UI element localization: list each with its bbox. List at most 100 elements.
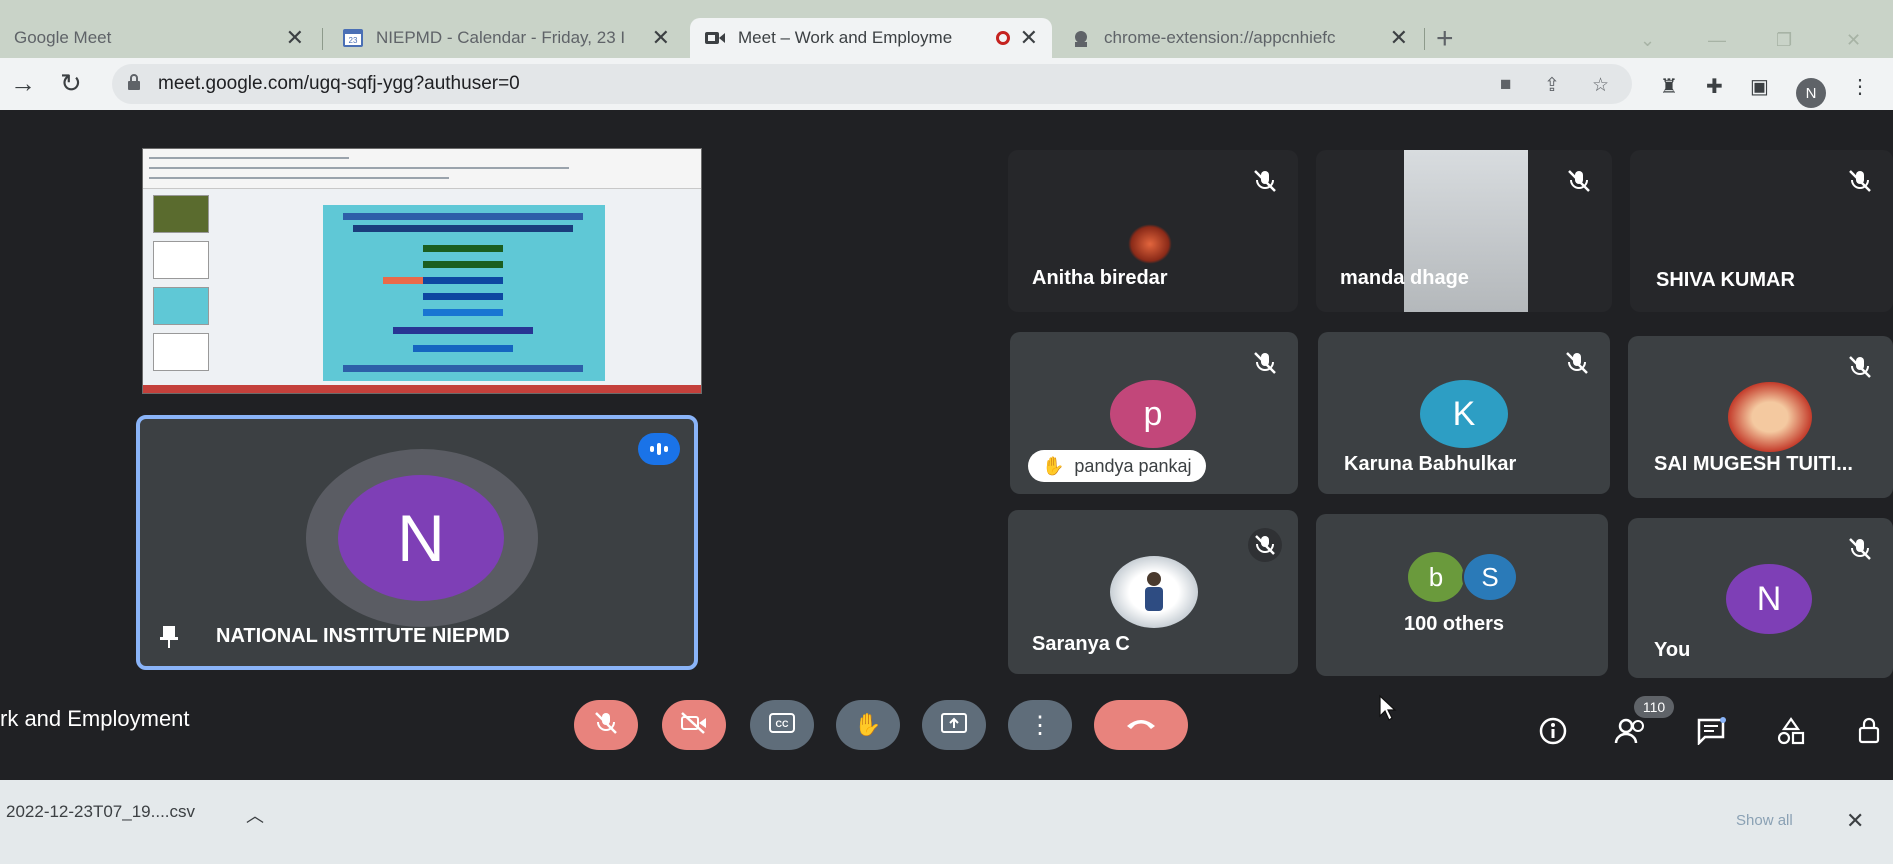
captions-button[interactable]: CC	[750, 700, 814, 750]
end-call-icon	[1125, 716, 1157, 735]
close-icon[interactable]: ✕	[1846, 808, 1864, 834]
camera-off-icon	[681, 711, 707, 739]
participant-name: SAI MUGESH TUITI...	[1654, 453, 1853, 475]
close-icon[interactable]: ✕	[286, 25, 304, 51]
tab-calendar[interactable]: 23 NIEPMD - Calendar - Friday, 23 I ✕	[328, 18, 684, 58]
new-tab-button[interactable]: +	[1436, 22, 1454, 56]
tab-extension[interactable]: chrome-extension://appcnhiefc ✕	[1056, 18, 1422, 58]
chevron-up-icon[interactable]: ︿	[246, 802, 264, 828]
close-icon[interactable]: ✕	[652, 25, 670, 51]
tab-title: chrome-extension://appcnhiefc	[1104, 28, 1336, 47]
avatar: b	[1408, 552, 1464, 602]
mic-off-icon	[1847, 354, 1873, 380]
ppt-ribbon	[143, 149, 701, 189]
avatar: N	[1726, 564, 1812, 634]
mic-off-icon	[1252, 168, 1278, 194]
participant-name: Karuna Babhulkar	[1344, 453, 1517, 475]
participant-tile[interactable]: K Karuna Babhulkar	[1318, 332, 1610, 494]
tab-title: Google Meet	[14, 28, 112, 47]
close-icon[interactable]: ✕	[1020, 25, 1038, 51]
tab-google-meet[interactable]: Google Meet ✕	[0, 18, 318, 58]
present-button[interactable]	[922, 700, 986, 750]
slide-thumbnails	[147, 195, 209, 385]
tab-meet-active[interactable]: Meet – Work and Employme ✕	[690, 18, 1052, 58]
download-item[interactable]: 2022-12-23T07_19....csv	[6, 802, 195, 822]
tab-title: NIEPMD - Calendar - Friday, 23 I	[376, 28, 626, 47]
participant-tile[interactable]: SHIVA KUMAR	[1630, 150, 1893, 312]
tab-strip: Google Meet ✕ 23 NIEPMD - Calendar - Fri…	[0, 0, 1893, 58]
mic-off-icon	[594, 711, 618, 740]
participant-name: NATIONAL INSTITUTE NIEPMD	[216, 625, 510, 647]
camera-toggle-button[interactable]	[662, 700, 726, 750]
show-all-button[interactable]: Show all	[1736, 812, 1793, 829]
maximize-icon[interactable]: ❐	[1776, 30, 1792, 51]
leave-call-button[interactable]	[1094, 700, 1188, 750]
avatar: S	[1462, 552, 1518, 602]
mic-off-icon	[1566, 168, 1592, 194]
menu-kebab-icon[interactable]: ⋮	[1850, 74, 1870, 99]
participant-name: You	[1654, 639, 1691, 661]
reload-icon[interactable]: ↻	[60, 68, 82, 99]
participant-name: pandya pankaj	[1074, 455, 1192, 476]
mic-toggle-button[interactable]	[574, 700, 638, 750]
minimize-icon[interactable]: —	[1708, 30, 1726, 51]
hand-icon: ✋	[854, 712, 882, 737]
window-close-icon[interactable]: ✕	[1846, 30, 1861, 51]
chat-icon[interactable]	[1694, 714, 1728, 748]
mouse-cursor-icon	[1378, 694, 1400, 722]
people-icon[interactable]	[1614, 714, 1648, 748]
svg-text:CC: CC	[776, 719, 789, 729]
pin-icon[interactable]	[158, 624, 180, 648]
participant-name: Anitha biredar	[1032, 267, 1168, 289]
others-tile[interactable]: b S 100 others	[1316, 514, 1608, 676]
participant-name: SHIVA KUMAR	[1656, 269, 1795, 291]
avatar: K	[1420, 380, 1508, 448]
address-bar[interactable]: meet.google.com/ugq-sqfj-ygg?authuser=0 …	[112, 64, 1632, 104]
calendar-icon: 23	[342, 28, 364, 48]
participant-tile[interactable]: Anitha biredar	[1008, 150, 1298, 312]
mic-off-icon	[1248, 528, 1282, 562]
speaker-tile[interactable]: N NATIONAL INSTITUTE NIEPMD	[136, 415, 698, 670]
tab-search-icon[interactable]: ⌄	[1640, 30, 1655, 51]
meeting-title: rk and Employment	[0, 706, 190, 731]
participant-tile[interactable]: Saranya C	[1008, 510, 1298, 674]
self-tile[interactable]: N You	[1628, 518, 1893, 678]
lock-icon	[128, 74, 140, 90]
mic-off-icon	[1252, 350, 1278, 376]
more-options-button[interactable]: ⋮	[1008, 700, 1072, 750]
activities-icon[interactable]	[1774, 714, 1808, 748]
bookmark-star-icon[interactable]: ☆	[1592, 74, 1609, 97]
participant-tile[interactable]: p ✋ pandya pankaj	[1010, 332, 1298, 494]
share-icon[interactable]: ⇪	[1544, 74, 1560, 97]
avatar: p	[1110, 380, 1196, 448]
avatar	[1110, 556, 1198, 628]
browser-toolbar: → ↻ meet.google.com/ugq-sqfj-ygg?authuse…	[0, 58, 1893, 110]
presentation-preview[interactable]	[142, 148, 702, 394]
extension-icon	[1070, 28, 1092, 48]
audio-level-icon	[638, 433, 680, 465]
participant-name: manda dhage	[1340, 267, 1469, 289]
svg-text:23: 23	[349, 36, 358, 45]
participant-tile[interactable]: manda dhage	[1316, 150, 1612, 312]
camera-indicator-icon[interactable]: ■	[1500, 74, 1511, 96]
extensions-icon[interactable]: ✚	[1706, 74, 1723, 99]
meet-camera-icon	[704, 28, 726, 48]
host-controls-icon[interactable]	[1852, 714, 1886, 748]
side-panel-icon[interactable]: ▣	[1750, 74, 1769, 99]
participant-tile[interactable]: SAI MUGESH TUITI...	[1628, 336, 1893, 498]
ppt-statusbar	[143, 385, 701, 393]
kebab-icon: ⋮	[1028, 711, 1052, 739]
raise-hand-button[interactable]: ✋	[836, 700, 900, 750]
profile-avatar[interactable]: N	[1796, 78, 1826, 108]
slide-canvas	[323, 205, 605, 381]
extension-puzzle-icon[interactable]: ♜	[1660, 74, 1678, 99]
forward-icon[interactable]: →	[10, 68, 36, 99]
close-icon[interactable]: ✕	[1390, 25, 1408, 51]
tab-title: Meet – Work and Employme	[738, 28, 953, 47]
avatar	[1728, 382, 1812, 452]
avatar: N	[338, 475, 504, 601]
present-screen-icon	[941, 712, 967, 738]
others-label: 100 others	[1404, 613, 1505, 635]
hand-icon: ✋	[1042, 455, 1065, 476]
meeting-details-icon[interactable]	[1536, 714, 1570, 748]
